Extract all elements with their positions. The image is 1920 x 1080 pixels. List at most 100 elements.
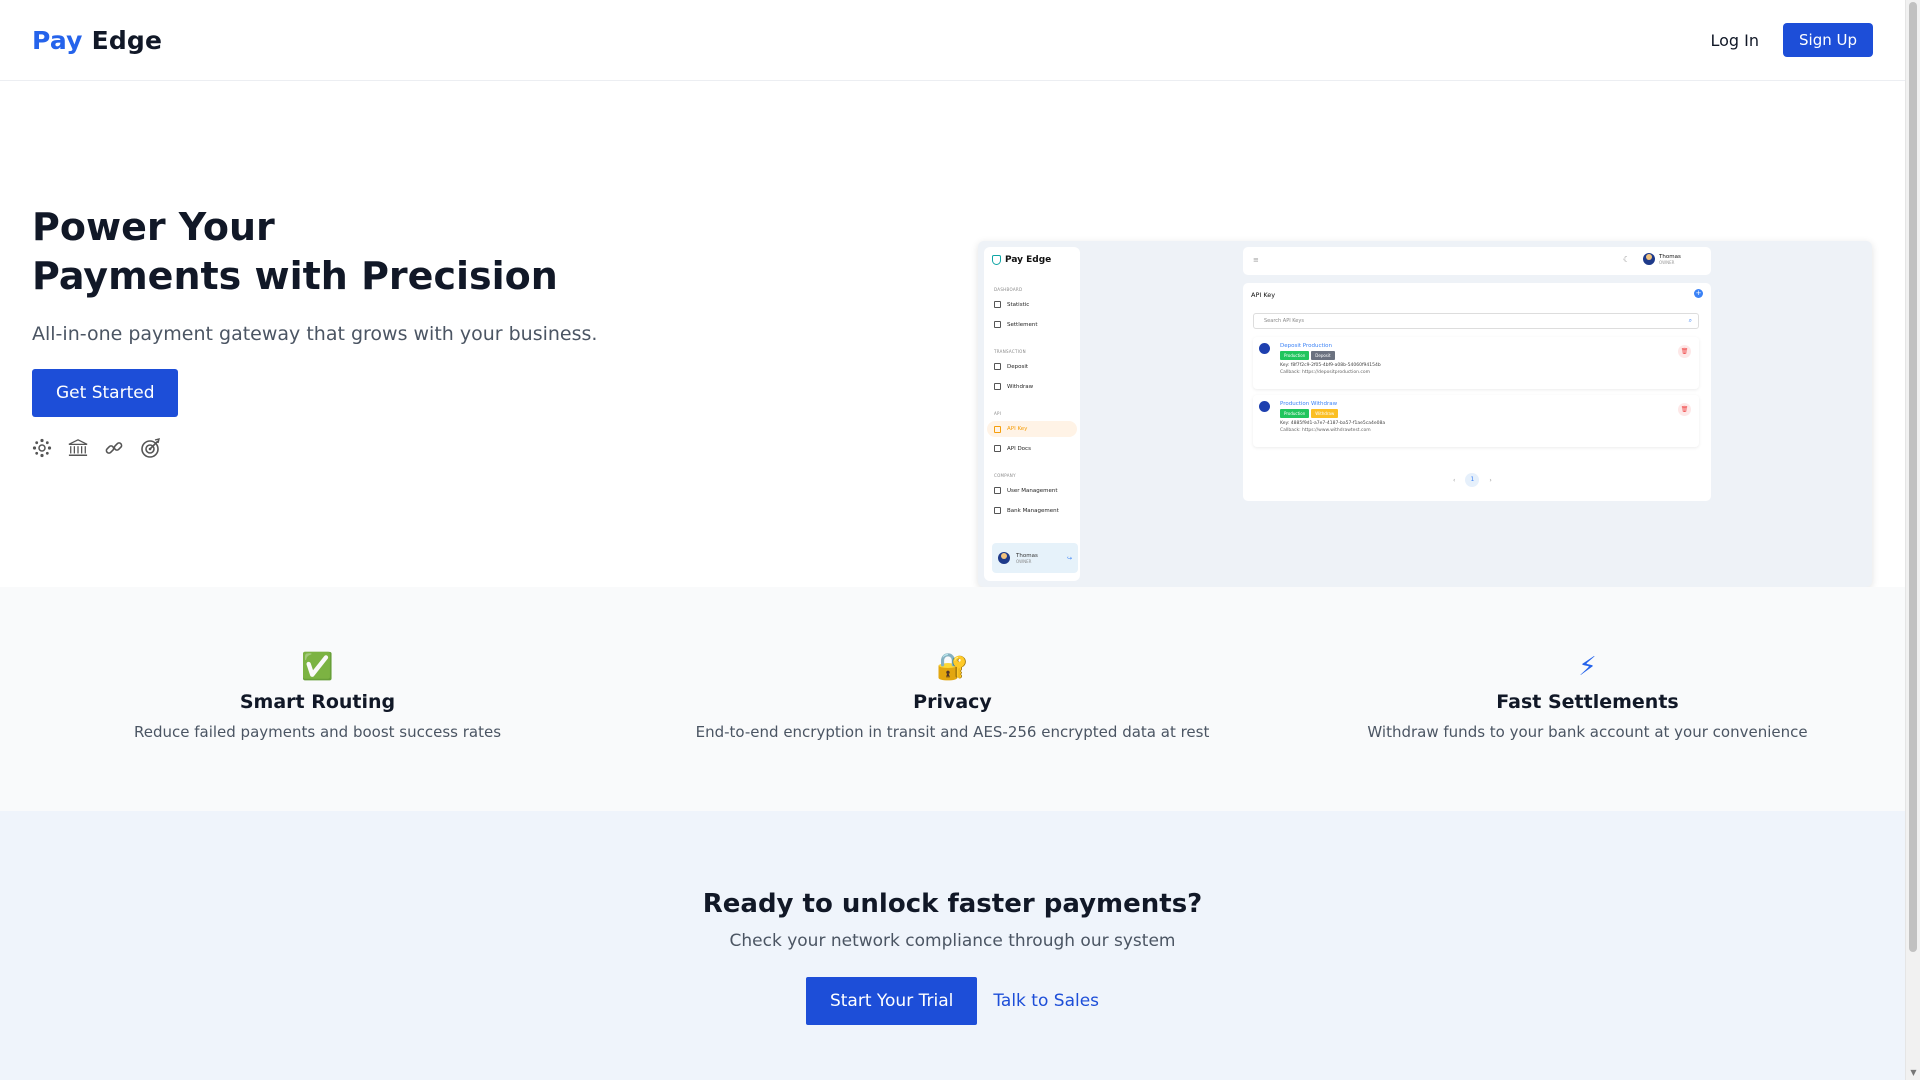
preview-menu-withdraw: Withdraw <box>994 383 1033 390</box>
preview-menu-api-docs-label: API Docs <box>1007 445 1031 452</box>
preview-brand: Pay Edge <box>992 255 1051 265</box>
user-icon <box>994 487 1001 494</box>
tag-production: Production <box>1280 351 1310 360</box>
dashboard-preview: Pay Edge DASHBOARD Statistic Settlement … <box>978 241 1872 587</box>
preview-sidebar-user: Thomas OWNER ↪ <box>992 543 1078 573</box>
preview-key-name: Deposit Production <box>1280 343 1333 349</box>
moon-icon: ☾ <box>1623 255 1631 264</box>
feature-title: Privacy <box>913 691 992 713</box>
preview-key-callback: Callback: https://depositproduction.com <box>1280 370 1370 375</box>
feature-smart-routing: ✅ Smart Routing Reduce failed payments a… <box>0 587 635 811</box>
feature-fast-settlements: ⚡ Fast Settlements Withdraw funds to you… <box>1270 587 1905 811</box>
preview-key-tags: Production Deposit <box>1280 351 1335 360</box>
preview-menu-statistic-label: Statistic <box>1007 301 1030 308</box>
preview-section-api: API <box>994 411 1002 416</box>
preview-key-item: Deposit Production Production Deposit Ke… <box>1253 337 1699 389</box>
preview-key-value: Key: 4885f9d1-a7e7-4187-ba57-f1ae5ca4e08… <box>1280 421 1386 426</box>
preview-search-placeholder: Search API Keys <box>1264 318 1304 324</box>
docs-icon <box>994 445 1001 452</box>
preview-menu-deposit-label: Deposit <box>1007 363 1029 370</box>
feature-description: Reduce failed payments and boost success… <box>133 723 502 741</box>
preview-pagination: ‹ 1 › <box>1453 473 1492 487</box>
cta-section: Ready to unlock faster payments? Check y… <box>0 811 1905 1080</box>
talk-to-sales-link[interactable]: Talk to Sales <box>993 983 1099 1019</box>
hero-text: Power Your Payments with Precision All-i… <box>32 203 632 458</box>
key-icon <box>1259 343 1270 354</box>
preview-menu-withdraw-label: Withdraw <box>1007 383 1034 390</box>
get-started-button[interactable]: Get Started <box>32 369 179 417</box>
signup-button[interactable]: Sign Up <box>1783 23 1873 57</box>
scrollbar-thumb[interactable] <box>1909 2 1917 952</box>
feature-title: Smart Routing <box>239 691 396 713</box>
lightning-icon: ⚡ <box>1578 652 1597 682</box>
preview-topbar: ≡ ☾ Thomas OWNER <box>1243 247 1711 275</box>
feature-title: Fast Settlements <box>1496 691 1679 713</box>
deposit-icon <box>994 363 1001 370</box>
logo[interactable]: Pay Edge <box>32 26 162 55</box>
preview-menu-api-key: API Key <box>987 421 1077 437</box>
tag-withdraw: Withdraw <box>1311 409 1339 418</box>
page-scrollbar[interactable]: ▼ <box>1905 0 1920 1080</box>
network-icon <box>32 438 52 458</box>
feature-privacy: 🔐 Privacy End-to-end encryption in trans… <box>635 587 1270 811</box>
preview-key-name: Production Withdraw <box>1280 401 1338 407</box>
preview-key-tags: Production Withdraw <box>1280 409 1339 418</box>
start-trial-button[interactable]: Start Your Trial <box>805 977 978 1025</box>
preview-topbar-user-role: OWNER <box>1659 259 1675 265</box>
add-icon: + <box>1694 289 1703 298</box>
lock-icon: 🔐 <box>936 652 969 682</box>
shield-icon <box>992 255 1001 265</box>
preview-section-dashboard: DASHBOARD <box>994 287 1023 292</box>
hero-title-line2: Payments with Precision <box>32 254 558 298</box>
delete-icon: 🗑 <box>1678 345 1691 358</box>
search-icon: ⌕ <box>1688 317 1692 324</box>
page-current: 1 <box>1465 473 1480 487</box>
bank-icon <box>994 507 1001 514</box>
login-button[interactable]: Log In <box>1710 23 1759 58</box>
chain-link-icon <box>104 438 124 458</box>
preview-topbar-user-name: Thomas <box>1659 253 1681 260</box>
cta-subtitle: Check your network compliance through ou… <box>729 931 1176 951</box>
logo-pay: Pay <box>32 25 83 55</box>
preview-menu-settlement-label: Settlement <box>1007 321 1038 328</box>
preview-section-transaction: TRANSACTION <box>994 349 1026 354</box>
logo-edge: Edge <box>91 25 163 55</box>
logout-icon: ↪ <box>1066 554 1072 562</box>
preview-menu-bank-management-label: Bank Management <box>1007 507 1059 514</box>
chart-icon <box>994 301 1001 308</box>
preview-sidebar: Pay Edge DASHBOARD Statistic Settlement … <box>984 247 1080 581</box>
preview-menu-api-docs: API Docs <box>994 445 1031 452</box>
partner-icons <box>32 438 632 458</box>
feature-description: End-to-end encryption in transit and AES… <box>695 723 1210 741</box>
avatar <box>998 552 1010 564</box>
avatar <box>1643 253 1655 265</box>
preview-menu-user-management: User Management <box>994 487 1058 494</box>
preview-menu-bank-management: Bank Management <box>994 507 1059 514</box>
preview-menu-deposit: Deposit <box>994 363 1028 370</box>
preview-key-callback: Callback: https://www.withdrawtest.com <box>1280 428 1371 433</box>
preview-user-role: OWNER <box>1016 558 1032 564</box>
preview-menu-settlement: Settlement <box>994 321 1037 328</box>
card-icon <box>994 321 1001 328</box>
preview-user-name: Thomas <box>1016 552 1038 559</box>
preview-menu-user-management-label: User Management <box>1007 487 1058 494</box>
hero-title-line1: Power Your <box>32 205 275 249</box>
preview-topbar-user: Thomas OWNER <box>1643 253 1681 265</box>
preview-brand-label: Pay Edge <box>1005 255 1052 265</box>
hero-section: Power Your Payments with Precision All-i… <box>0 81 1905 587</box>
site-header: Pay Edge Log In Sign Up <box>0 0 1905 81</box>
features-section: ✅ Smart Routing Reduce failed payments a… <box>0 587 1905 811</box>
hero-title: Power Your Payments with Precision <box>32 203 632 301</box>
preview-search: Search API Keys ⌕ <box>1253 313 1699 329</box>
chevron-right-icon: › <box>1489 476 1492 484</box>
preview-card-title: API Key <box>1251 291 1276 299</box>
key-icon <box>1259 401 1270 412</box>
chevron-left-icon: ‹ <box>1453 476 1456 484</box>
menu-icon: ≡ <box>1253 256 1259 264</box>
preview-menu-statistic: Statistic <box>994 301 1029 308</box>
feature-description: Withdraw funds to your bank account at y… <box>1367 723 1808 741</box>
scroll-down-icon[interactable]: ▼ <box>1906 1066 1920 1080</box>
preview-key-value: Key: f8f7f2c9-2f05-4bf9-a08b-54060f94154… <box>1280 363 1381 368</box>
cta-title: Ready to unlock faster payments? <box>702 889 1203 919</box>
landing-page: Pay Edge Log In Sign Up Power Your Payme… <box>0 0 1905 1080</box>
